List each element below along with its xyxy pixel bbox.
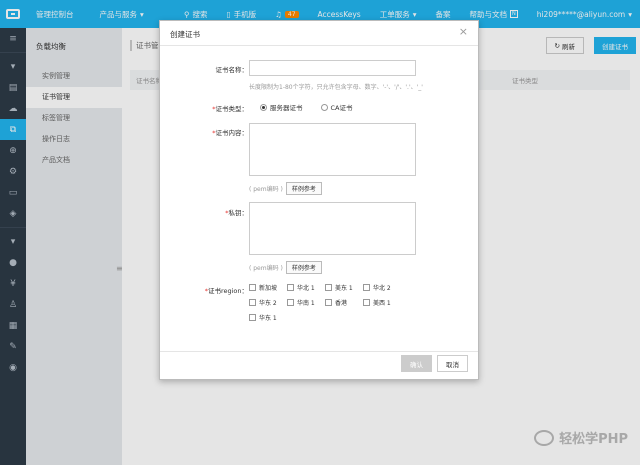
cert-name-input[interactable] — [249, 60, 416, 76]
cert-content-sub: ( pem编码 ) 样例参考 — [249, 182, 322, 195]
cert-name-hint: 长度限制为1-80个字符，只允许包含字母、数字、'-'、'/'、'.'、'_' — [249, 84, 423, 91]
checkbox-icon — [287, 299, 294, 306]
checkbox-icon — [363, 284, 370, 291]
checkbox-icon — [363, 299, 370, 306]
private-key-textarea[interactable] — [249, 202, 416, 255]
private-key-sub: ( pem编码 ) 样例参考 — [249, 261, 322, 274]
confirm-button[interactable]: 确认 — [401, 355, 432, 372]
cert-sample-button[interactable]: 样例参考 — [285, 182, 322, 195]
region-checkbox[interactable]: 美西 1 — [363, 298, 401, 307]
create-certificate-dialog: 创建证书 × 证书名称： 长度限制为1-80个字符，只允许包含字母、数字、'-'… — [159, 20, 479, 380]
close-icon[interactable]: × — [459, 25, 468, 38]
cert-region-label: *证书region： — [204, 287, 248, 295]
region-checkbox[interactable]: 香港 — [325, 298, 363, 307]
cert-type-label: *证书类型： — [212, 105, 248, 113]
region-checkbox[interactable]: 华南 1 — [287, 298, 325, 307]
region-checkbox[interactable]: 华东 1 — [249, 313, 287, 322]
private-key-label: *私钥： — [225, 209, 248, 217]
checkbox-icon — [249, 314, 256, 321]
dialog-divider — [160, 45, 478, 46]
region-checkbox[interactable]: 新加坡 — [249, 283, 287, 292]
key-sample-button[interactable]: 样例参考 — [285, 261, 322, 274]
radio-unselected-icon — [320, 103, 328, 111]
checkbox-icon — [325, 284, 332, 291]
checkbox-icon — [325, 299, 332, 306]
radio-selected-icon — [260, 103, 267, 111]
checkbox-icon — [287, 284, 294, 291]
checkbox-icon — [249, 299, 256, 306]
radio-server-cert[interactable]: 服务器证书 — [260, 102, 303, 112]
cert-name-label: 证书名称： — [215, 66, 249, 74]
dialog-footer-divider — [160, 351, 478, 352]
cert-content-label: *证书内容： — [212, 129, 248, 137]
region-checkbox[interactable]: 华东 2 — [249, 298, 287, 307]
region-checkbox[interactable]: 华北 2 — [363, 283, 401, 292]
region-checkbox-group: 新加坡 华北 1 美东 1 华北 2 华东 2 华南 1 香港 美西 1 华东 … — [249, 283, 409, 322]
dialog-title: 创建证书 — [170, 30, 200, 39]
region-checkbox[interactable]: 美东 1 — [325, 283, 363, 292]
cancel-button[interactable]: 取消 — [437, 355, 468, 372]
cert-type-radio-group: 服务器证书 CA证书 — [260, 102, 353, 112]
region-checkbox[interactable]: 华北 1 — [287, 283, 325, 292]
radio-ca-cert[interactable]: CA证书 — [320, 102, 353, 112]
cert-content-textarea[interactable] — [249, 123, 416, 176]
checkbox-icon — [249, 284, 256, 291]
